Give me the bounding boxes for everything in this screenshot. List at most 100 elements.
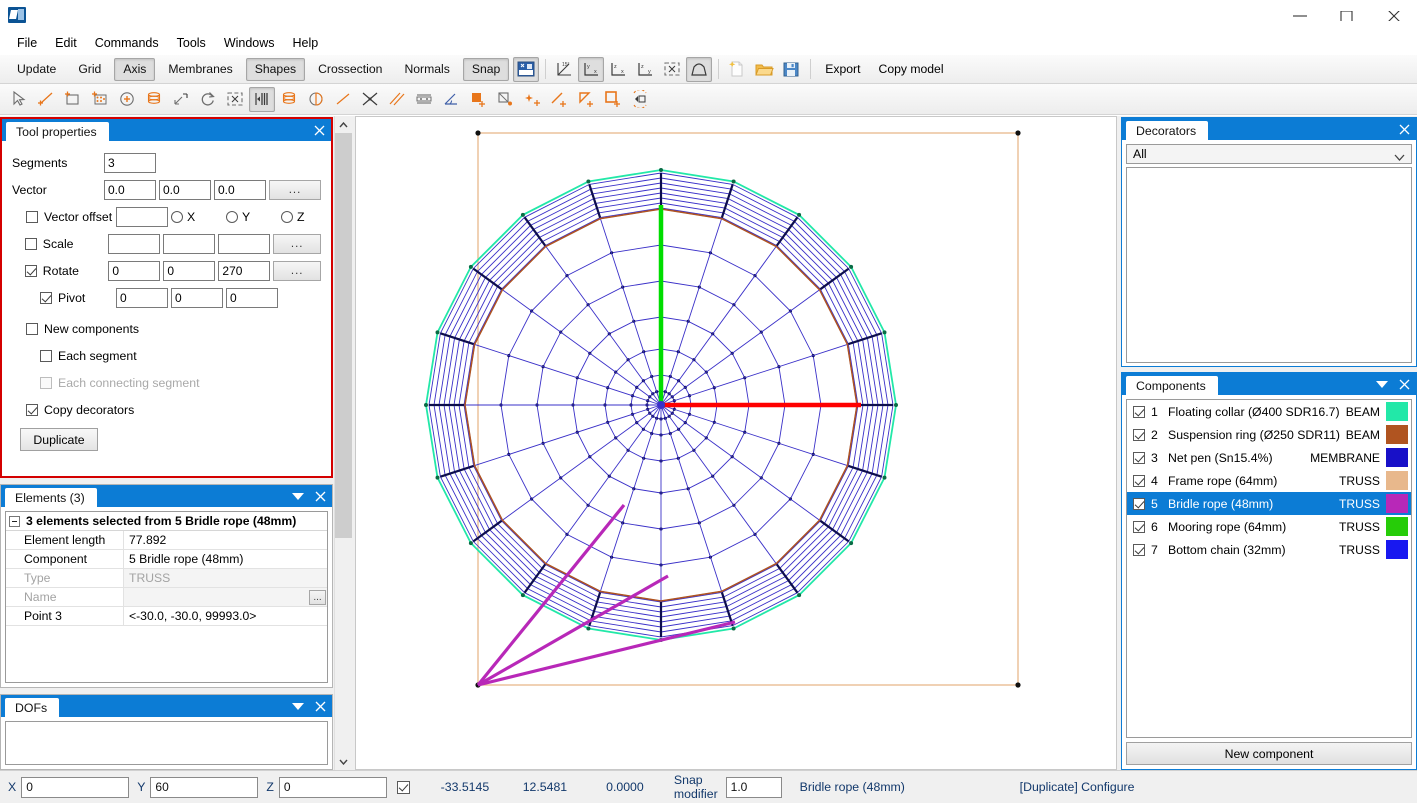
left-dock-scrollbar[interactable] bbox=[334, 116, 352, 770]
dofs-menu-button[interactable] bbox=[288, 695, 308, 717]
toolbar-shape-outline-button[interactable] bbox=[686, 56, 713, 82]
vector-x-input[interactable] bbox=[104, 179, 156, 200]
tool-add-line-button[interactable] bbox=[33, 87, 59, 112]
component-row[interactable]: 3 Net pen (Sn15.4%) MEMBRANE bbox=[1127, 446, 1411, 469]
menu-item-windows[interactable]: Windows bbox=[215, 33, 284, 53]
toolbar-label-copy-model[interactable]: Copy model bbox=[870, 62, 953, 76]
tool-square-node-button[interactable] bbox=[492, 87, 518, 112]
vector-more-button[interactable]: ... bbox=[269, 179, 321, 200]
element-property-row[interactable]: Type TRUSS bbox=[6, 569, 327, 588]
menu-item-help[interactable]: Help bbox=[284, 33, 328, 53]
scale-checkbox[interactable] bbox=[24, 237, 37, 250]
toolbar-lock-view-button[interactable] bbox=[513, 56, 540, 82]
scroll-up-button[interactable] bbox=[335, 116, 352, 133]
element-property-row[interactable]: Point 3 <-30.0, -30.0, 99993.0> bbox=[6, 607, 327, 626]
toolbar-button-snap[interactable]: Snap bbox=[462, 57, 510, 81]
decorators-filter-dropdown[interactable]: All bbox=[1126, 144, 1412, 164]
element-property-row[interactable]: Element length 77.892 bbox=[6, 531, 327, 550]
tool-scale-button[interactable] bbox=[168, 87, 194, 112]
scale-z-input[interactable] bbox=[218, 233, 271, 254]
component-row[interactable]: 5 Bridle rope (48mm) TRUSS bbox=[1127, 492, 1411, 515]
toolbar-open-folder-button[interactable] bbox=[751, 57, 777, 82]
minimize-button[interactable] bbox=[1277, 0, 1323, 31]
component-row[interactable]: 6 Mooring rope (64mm) TRUSS bbox=[1127, 515, 1411, 538]
element-property-row[interactable]: Name... bbox=[6, 588, 327, 607]
rotate-x-input[interactable] bbox=[108, 260, 161, 281]
vector-offset-input[interactable] bbox=[116, 206, 168, 227]
each-segment-row[interactable]: Each segment bbox=[12, 342, 321, 369]
decorators-list[interactable] bbox=[1126, 167, 1412, 363]
segments-input[interactable] bbox=[104, 152, 156, 173]
vector-offset-checkbox[interactable] bbox=[26, 210, 38, 223]
component-color-swatch[interactable] bbox=[1386, 540, 1408, 559]
tool-intersect-button[interactable] bbox=[357, 87, 383, 112]
copy-decorators-row[interactable]: Copy decorators bbox=[12, 396, 321, 423]
component-visibility-checkbox[interactable] bbox=[1133, 474, 1145, 487]
tool-duplicate-array-button[interactable] bbox=[249, 86, 275, 112]
pivot-y-input[interactable] bbox=[171, 287, 223, 308]
duplicate-button[interactable]: Duplicate bbox=[20, 428, 98, 451]
element-property-row[interactable]: Component 5 Bridle rope (48mm) bbox=[6, 550, 327, 569]
component-visibility-checkbox[interactable] bbox=[1133, 497, 1145, 510]
each-segment-checkbox[interactable] bbox=[40, 349, 52, 362]
component-color-swatch[interactable] bbox=[1386, 448, 1408, 467]
decorators-close-button[interactable] bbox=[1394, 118, 1414, 140]
property-value[interactable]: TRUSS bbox=[124, 569, 327, 587]
component-visibility-checkbox[interactable] bbox=[1133, 428, 1145, 441]
toolbar-button-crossection[interactable]: Crossection bbox=[309, 58, 391, 81]
close-button[interactable] bbox=[1371, 0, 1417, 31]
tool-select-arrow-button[interactable] bbox=[6, 87, 32, 112]
radio-z-icon[interactable] bbox=[281, 210, 293, 223]
collapse-toggle-icon[interactable] bbox=[9, 515, 20, 527]
property-value[interactable]: 5 Bridle rope (48mm) bbox=[124, 550, 327, 568]
component-color-swatch[interactable] bbox=[1386, 425, 1408, 444]
scale-more-button[interactable]: ... bbox=[273, 233, 321, 254]
new-components-row[interactable]: New components bbox=[12, 315, 321, 342]
elements-menu-button[interactable] bbox=[288, 485, 308, 507]
maximize-button[interactable] bbox=[1324, 0, 1370, 31]
new-component-button[interactable]: New component bbox=[1126, 742, 1412, 765]
tool-properties-close-button[interactable] bbox=[309, 119, 329, 141]
component-row[interactable]: 7 Bottom chain (32mm) TRUSS bbox=[1127, 538, 1411, 561]
tool-rotate-button[interactable] bbox=[195, 87, 221, 112]
rotate-y-input[interactable] bbox=[163, 260, 216, 281]
menu-item-file[interactable]: File bbox=[8, 33, 46, 53]
tool-add-square-button[interactable] bbox=[600, 87, 626, 112]
tool-line-segment-button[interactable] bbox=[330, 87, 356, 112]
components-tab[interactable]: Components bbox=[1126, 376, 1218, 395]
component-color-swatch[interactable] bbox=[1386, 494, 1408, 513]
component-row[interactable]: 2 Suspension ring (Ø250 SDR11) BEAM bbox=[1127, 423, 1411, 446]
toolbar-button-grid[interactable]: Grid bbox=[69, 58, 110, 81]
axis-z-option[interactable]: Z bbox=[281, 210, 305, 224]
copy-decorators-checkbox[interactable] bbox=[26, 403, 38, 416]
components-close-button[interactable] bbox=[1394, 373, 1414, 395]
menu-item-commands[interactable]: Commands bbox=[86, 33, 168, 53]
pivot-z-input[interactable] bbox=[226, 287, 278, 308]
components-list[interactable]: 1 Floating collar (Ø400 SDR16.7) BEAM 2 Susp… bbox=[1126, 399, 1412, 738]
pivot-x-input[interactable] bbox=[116, 287, 168, 308]
toolbar-button-shapes[interactable]: Shapes bbox=[245, 57, 306, 81]
vector-z-input[interactable] bbox=[214, 179, 266, 200]
axis-x-option[interactable]: X bbox=[171, 210, 226, 224]
component-visibility-checkbox[interactable] bbox=[1133, 451, 1145, 464]
tool-add-grid-button[interactable] bbox=[87, 87, 113, 112]
status-snap-checkbox[interactable] bbox=[396, 780, 410, 794]
toolbar-new-file-button[interactable] bbox=[724, 57, 750, 82]
toolbar-button-update[interactable]: Update bbox=[8, 58, 65, 81]
new-components-checkbox[interactable] bbox=[26, 322, 38, 335]
rotate-z-input[interactable] bbox=[218, 260, 271, 281]
component-color-swatch[interactable] bbox=[1386, 517, 1408, 536]
menu-item-tools[interactable]: Tools bbox=[168, 33, 215, 53]
component-row[interactable]: 4 Frame rope (64mm) TRUSS bbox=[1127, 469, 1411, 492]
tool-add-points-button[interactable] bbox=[519, 87, 545, 112]
toolbar-label-export[interactable]: Export bbox=[816, 62, 869, 76]
tool-properties-tab[interactable]: Tool properties bbox=[6, 122, 109, 141]
decorators-tab[interactable]: Decorators bbox=[1126, 121, 1209, 140]
tool-measure-tag-button[interactable] bbox=[627, 87, 653, 112]
tool-fill-square-button[interactable] bbox=[465, 87, 491, 112]
radio-y-icon[interactable] bbox=[226, 210, 238, 223]
scale-x-input[interactable] bbox=[108, 233, 161, 254]
status-y-input[interactable] bbox=[150, 776, 259, 798]
tool-half-circle-button[interactable] bbox=[303, 87, 329, 112]
scrollbar-thumb[interactable] bbox=[335, 133, 352, 538]
